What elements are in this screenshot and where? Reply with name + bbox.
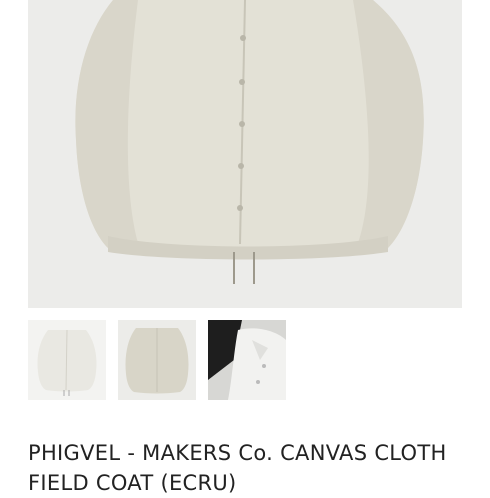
product-title: PHIGVEL - MAKERS Co. CANVAS CLOTH FIELD …	[28, 441, 447, 495]
jacket-image	[75, 0, 424, 284]
thumbnail-front[interactable]	[28, 320, 106, 400]
jacket-front-thumbnail	[37, 329, 97, 396]
product-main-image[interactable]	[28, 0, 462, 308]
thumbnail-detail[interactable]	[208, 320, 286, 400]
jacket-back-thumbnail	[125, 328, 189, 394]
jacket-detail-thumbnail	[208, 320, 286, 400]
thumbnail-back[interactable]	[118, 320, 196, 400]
